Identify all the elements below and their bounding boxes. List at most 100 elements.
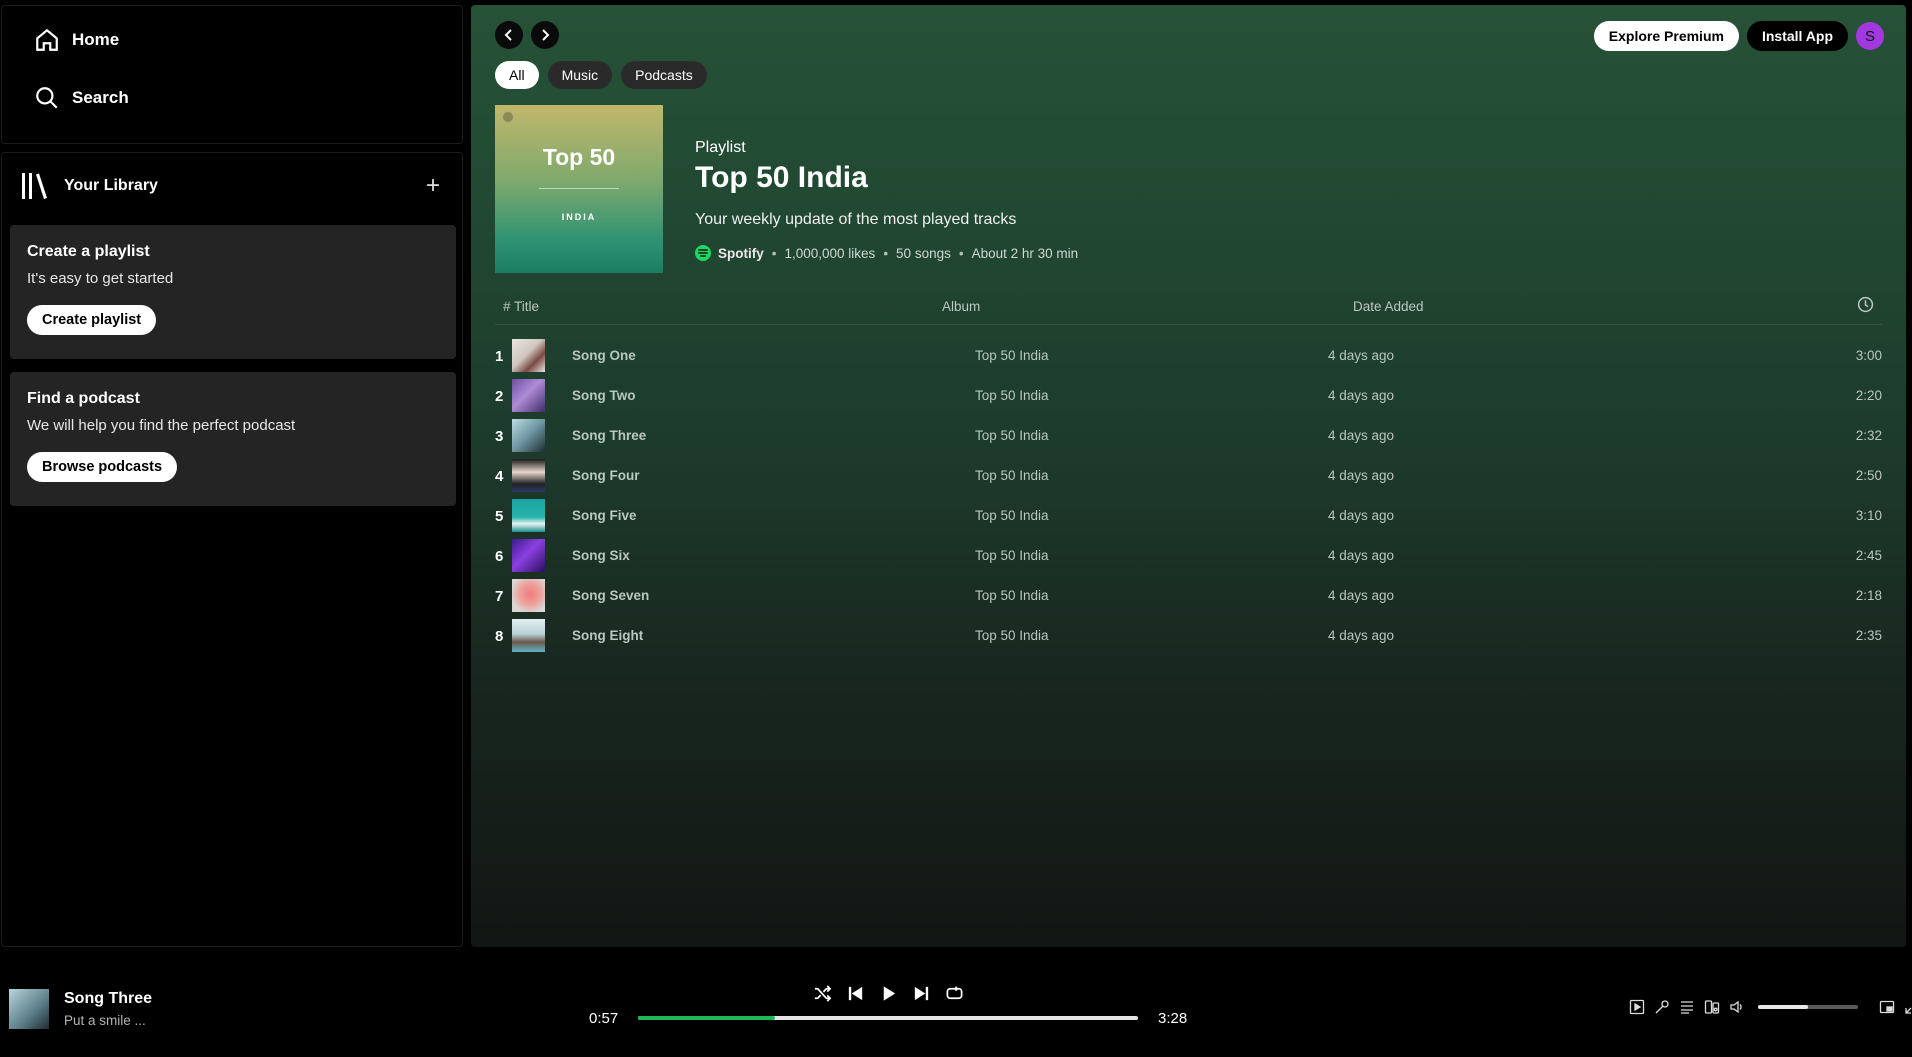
track-album[interactable]: Top 50 India xyxy=(975,628,1049,643)
play-icon[interactable] xyxy=(879,984,898,1003)
explore-premium-button[interactable]: Explore Premium xyxy=(1593,21,1739,51)
table-row[interactable]: 1 Song One Top 50 India 4 days ago 3:00 xyxy=(495,336,1882,376)
now-playing-thumbnail[interactable] xyxy=(9,989,49,1029)
track-number: 7 xyxy=(495,588,504,605)
separator-dot: • xyxy=(883,245,889,261)
track-duration: 2:50 xyxy=(1855,468,1882,483)
queue-icon[interactable] xyxy=(1679,999,1695,1015)
table-row[interactable]: 3 Song Three Top 50 India 4 days ago 2:3… xyxy=(495,416,1882,456)
separator-dot: • xyxy=(771,245,777,261)
track-album[interactable]: Top 50 India xyxy=(975,548,1049,563)
cover-subtitle: INDIA xyxy=(561,212,597,222)
track-date-added: 4 days ago xyxy=(1328,348,1395,363)
chip-all[interactable]: All xyxy=(495,61,539,89)
cover-divider xyxy=(539,188,619,189)
create-playlist-card: Create a playlist It's easy to get start… xyxy=(10,225,456,359)
track-thumbnail xyxy=(512,619,545,652)
playlist-owner[interactable]: Spotify xyxy=(695,245,764,261)
track-title: Song Six xyxy=(572,548,630,563)
player-bar: Song Three Put a smile ... 0:57 3:28 xyxy=(0,955,1912,1057)
track-album[interactable]: Top 50 India xyxy=(975,468,1049,483)
track-title: Song Two xyxy=(572,388,636,403)
now-playing-title[interactable]: Song Three xyxy=(64,990,152,1008)
miniplayer-icon[interactable] xyxy=(1879,999,1895,1015)
track-title: Song One xyxy=(572,348,636,363)
track-album[interactable]: Top 50 India xyxy=(975,388,1049,403)
create-playlist-button[interactable]: Create playlist xyxy=(27,305,157,335)
progress-fill xyxy=(638,1016,775,1020)
library-header: Your Library + xyxy=(20,171,446,201)
track-date-added: 4 days ago xyxy=(1328,508,1395,523)
find-podcast-text: We will help you find the perfect podcas… xyxy=(27,417,296,434)
track-date-added: 4 days ago xyxy=(1328,628,1395,643)
now-playing-view-icon[interactable] xyxy=(1629,999,1645,1015)
library-icon xyxy=(22,173,47,199)
table-row[interactable]: 2 Song Two Top 50 India 4 days ago 2:20 xyxy=(495,376,1882,416)
chip-podcasts[interactable]: Podcasts xyxy=(621,61,707,89)
avatar[interactable]: S xyxy=(1856,22,1884,50)
nav-home-label: Home xyxy=(72,30,120,49)
track-album[interactable]: Top 50 India xyxy=(975,348,1049,363)
previous-icon[interactable] xyxy=(846,984,865,1003)
track-date-added: 4 days ago xyxy=(1328,388,1395,403)
track-album[interactable]: Top 50 India xyxy=(975,508,1049,523)
add-playlist-button[interactable]: + xyxy=(426,174,446,198)
table-row[interactable]: 6 Song Six Top 50 India 4 days ago 2:45 xyxy=(495,536,1882,576)
track-title: Song Seven xyxy=(572,588,650,603)
track-number: 1 xyxy=(495,348,504,365)
find-podcast-card: Find a podcast We will help you find the… xyxy=(10,372,456,506)
header-album: Album xyxy=(942,299,981,314)
table-row[interactable]: 7 Song Seven Top 50 India 4 days ago 2:1… xyxy=(495,576,1882,616)
browse-podcasts-button[interactable]: Browse podcasts xyxy=(27,452,178,482)
track-number: 2 xyxy=(495,388,504,405)
app-root: Home Search Your Library + Create a play… xyxy=(0,0,1912,1057)
total-time: 3:28 xyxy=(1158,1010,1188,1027)
nav-search[interactable]: Search xyxy=(34,85,129,111)
install-app-button[interactable]: Install App xyxy=(1746,21,1848,51)
track-list: 1 Song One Top 50 India 4 days ago 3:00 … xyxy=(495,336,1882,656)
nav-home[interactable]: Home xyxy=(34,27,119,53)
track-title: Song Five xyxy=(572,508,637,523)
volume-fill xyxy=(1758,1005,1808,1009)
find-podcast-title: Find a podcast xyxy=(27,390,140,407)
clock-icon xyxy=(1857,296,1874,313)
track-date-added: 4 days ago xyxy=(1328,468,1395,483)
lyrics-icon[interactable] xyxy=(1654,999,1670,1015)
track-album[interactable]: Top 50 India xyxy=(975,588,1049,603)
header-date-added: Date Added xyxy=(1353,299,1424,314)
shuffle-icon[interactable] xyxy=(813,984,832,1003)
separator-dot: • xyxy=(958,245,964,261)
playlist-meta: Spotify • 1,000,000 likes • 50 songs • A… xyxy=(695,245,1078,261)
table-row[interactable]: 5 Song Five Top 50 India 4 days ago 3:10 xyxy=(495,496,1882,536)
track-number: 5 xyxy=(495,508,504,525)
main-view: Explore Premium Install App S All Music … xyxy=(471,5,1906,947)
home-icon xyxy=(36,28,58,51)
fullscreen-icon[interactable] xyxy=(1904,999,1912,1015)
next-icon[interactable] xyxy=(912,984,931,1003)
chevron-right-icon xyxy=(542,29,550,41)
track-album[interactable]: Top 50 India xyxy=(975,428,1049,443)
forward-button[interactable] xyxy=(531,21,559,49)
track-thumbnail xyxy=(512,499,545,532)
progress-bar[interactable] xyxy=(638,1016,1138,1020)
track-duration: 2:45 xyxy=(1855,548,1882,563)
track-thumbnail xyxy=(512,579,545,612)
sidebar-nav: Home Search xyxy=(1,5,463,144)
track-date-added: 4 days ago xyxy=(1328,588,1395,603)
back-button[interactable] xyxy=(495,21,523,49)
playlist-title: Top 50 India xyxy=(695,161,868,194)
table-row[interactable]: 4 Song Four Top 50 India 4 days ago 2:50 xyxy=(495,456,1882,496)
volume-slider[interactable] xyxy=(1758,1005,1858,1009)
repeat-icon[interactable] xyxy=(945,984,964,1003)
table-row[interactable]: 8 Song Eight Top 50 India 4 days ago 2:3… xyxy=(495,616,1882,656)
track-number: 3 xyxy=(495,428,504,445)
now-playing-subtitle[interactable]: Put a smile ... xyxy=(64,1013,146,1028)
header-title: # Title xyxy=(503,299,540,314)
volume-icon[interactable] xyxy=(1729,999,1745,1015)
connect-device-icon[interactable] xyxy=(1704,999,1720,1015)
spotify-logo-icon xyxy=(695,245,711,261)
spotify-small-icon xyxy=(502,111,514,123)
chip-music[interactable]: Music xyxy=(547,61,613,89)
playlist-description: Your weekly update of the most played tr… xyxy=(695,211,1017,228)
library-button[interactable]: Your Library xyxy=(20,171,158,201)
